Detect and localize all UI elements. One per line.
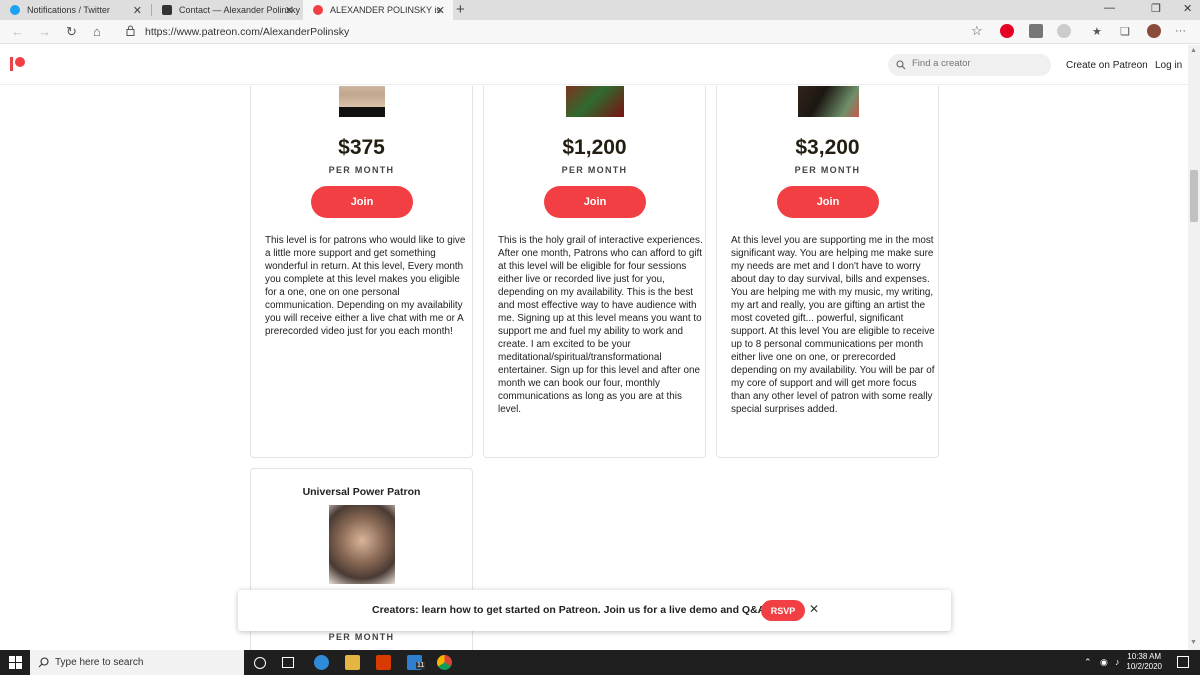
more-menu-icon[interactable]: ··· <box>1175 25 1186 37</box>
site-icon <box>162 5 172 15</box>
tier-image <box>339 86 385 117</box>
tier-period: PER MONTH <box>328 165 395 175</box>
tier-card: $3,200 PER MONTH Join At this level you … <box>716 86 939 458</box>
tier-description: At this level you are supporting me in t… <box>731 235 935 415</box>
tier-image <box>798 86 859 117</box>
twitter-icon <box>10 5 20 15</box>
close-window-button[interactable]: ✕ <box>1183 2 1192 15</box>
refresh-icon[interactable]: ↻ <box>66 24 77 40</box>
windows-start-icon[interactable] <box>9 656 22 669</box>
tab-close-icon[interactable]: ✕ <box>133 4 142 17</box>
banner-close-icon[interactable]: ✕ <box>809 602 819 616</box>
cortana-icon[interactable] <box>254 657 266 669</box>
scrollbar-thumb[interactable] <box>1190 170 1198 222</box>
creator-promo-banner: Creators: learn how to get started on Pa… <box>238 590 951 631</box>
tier-name: Universal Power Patron <box>302 486 421 498</box>
tray-chevron-icon[interactable]: ⌃ <box>1084 657 1092 668</box>
favorites-icon[interactable]: ★ <box>1092 25 1102 38</box>
tab-patreon[interactable]: ALEXANDER POLINSKY is creati ✕ <box>303 0 453 20</box>
lock-icon[interactable] <box>126 25 135 36</box>
join-button[interactable]: Join <box>311 186 413 218</box>
tab-close-icon[interactable]: ✕ <box>285 4 294 17</box>
tier-price: $3,200 <box>795 136 860 159</box>
office-icon[interactable] <box>376 655 391 670</box>
patreon-tab-icon <box>313 5 323 15</box>
windows-taskbar: Type here to search 11 ⌃ ◉ ♪ 10:38 AM 10… <box>0 650 1200 675</box>
address-bar: ← → ↻ ⌂ https://www.patreon.com/Alexande… <box>0 20 1200 44</box>
restore-button[interactable]: ❐ <box>1151 2 1161 15</box>
home-icon[interactable]: ⌂ <box>93 24 101 39</box>
network-icon[interactable]: ◉ <box>1100 657 1108 668</box>
tier-price: $1,200 <box>562 136 627 159</box>
volume-icon[interactable]: ♪ <box>1115 657 1120 667</box>
back-icon[interactable]: ← <box>11 24 24 39</box>
taskbar-clock[interactable]: 10:38 AM 10/2/2020 <box>1126 652 1162 672</box>
tiers-content: $375 PER MONTH Join This level is for pa… <box>0 86 1188 650</box>
scroll-down-icon[interactable]: ▼ <box>1190 639 1197 646</box>
notifications-icon[interactable] <box>1177 656 1189 668</box>
login-link[interactable]: Log in <box>1155 60 1182 71</box>
tier-description: This is the holy grail of interactive ex… <box>498 235 703 415</box>
tier-card: $1,200 PER MONTH Join This is the holy g… <box>483 86 706 458</box>
collections-icon[interactable]: ❏ <box>1120 25 1130 38</box>
banner-text: Creators: learn how to get started on Pa… <box>372 604 769 616</box>
forward-icon[interactable]: → <box>38 24 51 39</box>
tab-contact[interactable]: Contact — Alexander Polinsky ✕ <box>152 0 302 20</box>
tier-price: $375 <box>338 136 385 159</box>
patreon-logo-icon[interactable] <box>10 57 26 71</box>
tier-card: $375 PER MONTH Join This level is for pa… <box>250 86 473 458</box>
search-icon <box>896 60 906 70</box>
rsvp-button[interactable]: RSVP <box>761 600 805 621</box>
extension-icon[interactable] <box>1057 24 1071 38</box>
notification-badge: 11 <box>416 662 426 669</box>
profile-avatar[interactable] <box>1147 24 1161 38</box>
search-icon <box>38 657 49 668</box>
tab-close-icon[interactable]: ✕ <box>436 4 445 17</box>
file-explorer-icon[interactable] <box>345 655 360 670</box>
pinterest-icon[interactable] <box>1000 24 1014 38</box>
new-tab-button[interactable]: + <box>456 1 465 18</box>
tier-image <box>329 505 395 584</box>
page-scrollbar[interactable]: ▲ ▼ <box>1188 45 1200 650</box>
browser-tab-strip: Notifications / Twitter ✕ Contact — Alex… <box>0 0 1200 20</box>
tab-twitter[interactable]: Notifications / Twitter ✕ <box>0 0 150 20</box>
tab-title: Notifications / Twitter <box>27 5 110 15</box>
create-on-patreon-link[interactable]: Create on Patreon <box>1066 60 1148 71</box>
taskbar-search[interactable]: Type here to search <box>30 650 244 675</box>
taskbar-search-placeholder: Type here to search <box>55 657 144 668</box>
favorite-star-icon[interactable]: ☆ <box>971 23 983 39</box>
clock-time: 10:38 AM <box>1127 652 1162 661</box>
tab-title: Contact — Alexander Polinsky <box>179 5 301 15</box>
tier-period: PER MONTH <box>794 165 861 175</box>
scroll-up-icon[interactable]: ▲ <box>1190 47 1197 54</box>
search-input[interactable] <box>912 58 1042 69</box>
tier-period: PER MONTH <box>328 632 395 642</box>
creator-search[interactable] <box>888 54 1051 76</box>
tab-title: ALEXANDER POLINSKY is creati <box>330 5 442 15</box>
chrome-icon[interactable] <box>437 655 452 670</box>
join-button[interactable]: Join <box>777 186 879 218</box>
clock-date: 10/2/2020 <box>1126 662 1162 671</box>
join-button[interactable]: Join <box>544 186 646 218</box>
tier-image <box>566 86 624 117</box>
minimize-button[interactable]: — <box>1104 2 1115 14</box>
tier-description: This level is for patrons who would like… <box>265 235 466 337</box>
edge-icon[interactable] <box>314 655 329 670</box>
extension-icon[interactable] <box>1029 24 1043 38</box>
task-view-icon[interactable] <box>282 657 294 668</box>
patreon-header: Create on Patreon Log in <box>0 45 1188 85</box>
tier-period: PER MONTH <box>561 165 628 175</box>
url-field[interactable]: https://www.patreon.com/AlexanderPolinsk… <box>145 26 349 38</box>
